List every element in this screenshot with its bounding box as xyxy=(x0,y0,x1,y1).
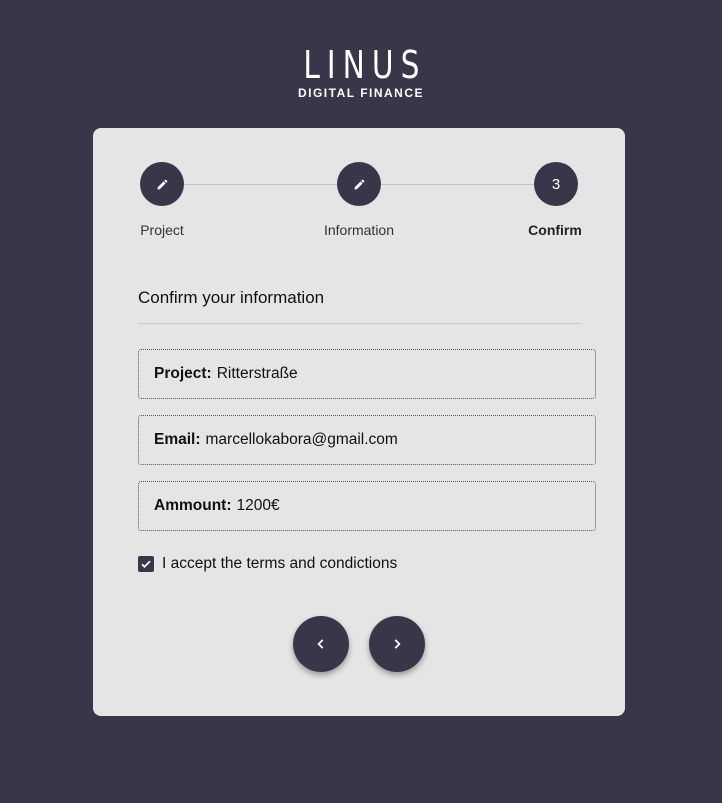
pencil-icon xyxy=(157,179,167,189)
step-label-project: Project xyxy=(140,222,184,238)
brand-name: LINUS xyxy=(302,43,427,87)
terms-label: I accept the terms and condictions xyxy=(162,555,398,572)
field-value: Ritterstraße xyxy=(216,365,298,382)
step-connector xyxy=(381,184,534,185)
field-label: Email: xyxy=(154,431,201,448)
step-project-circle[interactable] xyxy=(140,162,184,206)
pencil-icon xyxy=(354,179,364,189)
check-icon xyxy=(141,560,151,568)
field-value: 1200€ xyxy=(236,497,280,514)
stepper: 3 Project Information Confirm xyxy=(93,128,625,248)
section-title: Confirm your information xyxy=(138,288,325,307)
terms-checkbox[interactable] xyxy=(138,556,154,572)
chevron-left-icon xyxy=(317,639,324,649)
step-number: 3 xyxy=(551,175,561,193)
step-label-confirm: Confirm xyxy=(528,222,582,238)
divider xyxy=(138,323,581,324)
step-information-circle[interactable] xyxy=(337,162,381,206)
brand-logo: LINUS DIGITAL FINANCE xyxy=(0,46,722,100)
terms-row: I accept the terms and condictions xyxy=(138,555,397,573)
field-label: Ammount: xyxy=(154,497,232,514)
back-button[interactable] xyxy=(293,616,349,672)
email-field[interactable]: Email: marcellokabora@gmail.com xyxy=(138,415,596,465)
field-label: Project: xyxy=(154,365,212,382)
step-label-information: Information xyxy=(323,222,395,238)
amount-field[interactable]: Ammount: 1200€ xyxy=(138,481,596,531)
field-value: marcellokabora@gmail.com xyxy=(205,431,398,448)
brand-tagline: DIGITAL FINANCE xyxy=(297,86,425,100)
project-field[interactable]: Project: Ritterstraße xyxy=(138,349,596,399)
next-button[interactable] xyxy=(369,616,425,672)
step-connector xyxy=(184,184,337,185)
step-confirm-circle[interactable]: 3 xyxy=(534,162,578,206)
confirm-card: 3 Project Information Confirm Confirm yo… xyxy=(93,128,625,716)
chevron-right-icon xyxy=(394,639,401,649)
